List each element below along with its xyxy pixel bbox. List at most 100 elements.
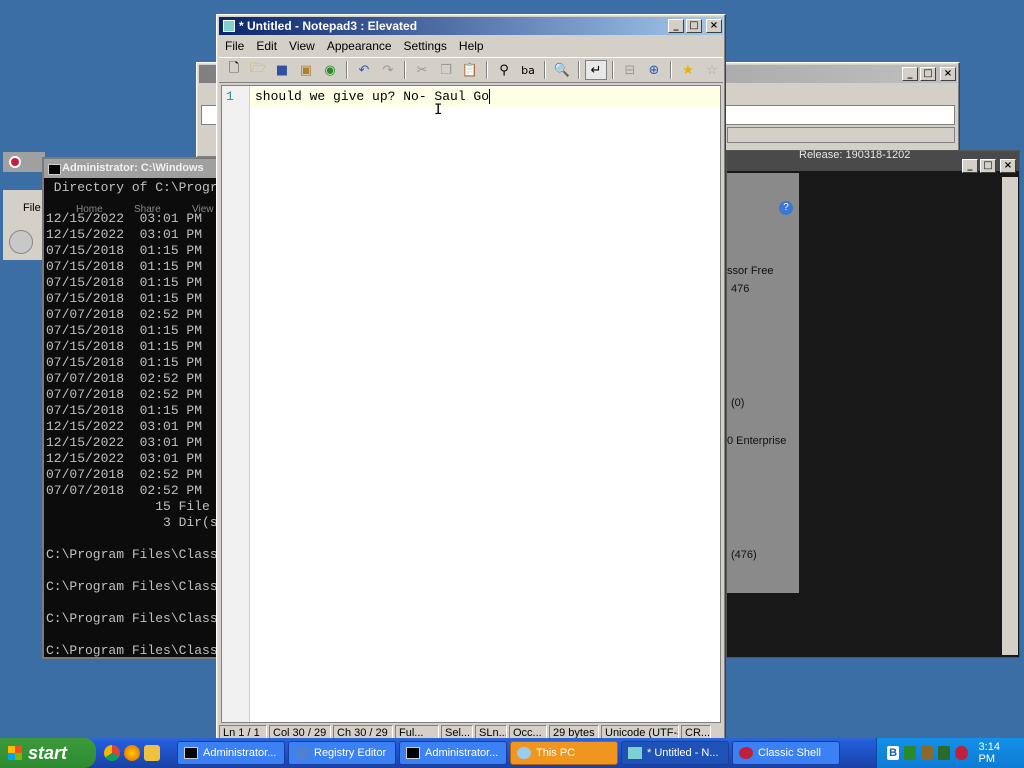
registry-window-controls: _ □ × — [902, 67, 956, 81]
close-icon[interactable]: × — [1000, 159, 1016, 173]
system-tray: B 3:14 PM — [876, 738, 1024, 768]
taskbar-button-label: This PC — [536, 747, 576, 759]
toolbar-separator — [578, 61, 580, 79]
help-icon[interactable]: ? — [779, 201, 793, 215]
this-pc-icon — [517, 747, 531, 759]
taskbar-button-label: Administrator... — [425, 747, 499, 759]
console-row: 07/07/2018 02:52 PM — [46, 371, 203, 386]
tray-shell-icon[interactable] — [955, 746, 968, 760]
console-icon — [184, 747, 198, 759]
maximize-icon[interactable]: □ — [980, 159, 996, 173]
word-wrap-icon[interactable]: ↵ — [585, 60, 607, 80]
undo-icon[interactable]: ↶ — [353, 60, 375, 80]
zoom-in-icon[interactable]: ⊕ — [643, 60, 665, 80]
close-icon[interactable]: × — [940, 67, 956, 81]
console-row: 12/15/2022 03:01 PM — [46, 451, 203, 466]
registry-icon — [295, 747, 309, 759]
chrome-icon[interactable] — [104, 745, 120, 761]
menu-view[interactable]: View — [283, 37, 321, 55]
start-button[interactable]: start — [0, 738, 96, 768]
toolbar-separator — [404, 61, 406, 79]
add-favorite-icon[interactable]: ☆ — [701, 60, 723, 80]
minimize-icon[interactable]: _ — [668, 19, 684, 33]
console-row: 07/15/2018 01:15 PM — [46, 403, 203, 418]
console-row: 07/15/2018 01:15 PM — [46, 323, 203, 338]
start-label: start — [28, 742, 68, 763]
menu-settings[interactable]: Settings — [398, 37, 453, 55]
toolbar-separator — [346, 61, 348, 79]
notepad-titlebar[interactable]: * Untitled - Notepad3 : Elevated — [219, 17, 723, 35]
file-explorer-icon[interactable] — [144, 745, 160, 761]
tray-tree-icon[interactable] — [904, 746, 917, 760]
taskbar-button-classic-shell[interactable]: Classic Shell — [732, 741, 840, 765]
console-row: 07/15/2018 01:15 PM — [46, 291, 203, 306]
tray-app-icon[interactable]: B — [887, 746, 900, 760]
new-file-icon[interactable]: 🗋 — [223, 60, 245, 80]
menu-edit[interactable]: Edit — [250, 37, 283, 55]
notepad-window-controls: _ □ × — [668, 19, 722, 33]
menu-file[interactable]: File — [219, 37, 250, 55]
redo-icon[interactable]: ↷ — [377, 60, 399, 80]
console-row: 07/07/2018 02:52 PM — [46, 483, 203, 498]
toolbar: 🗋 🗁 ■ ▣ ◉ ↶ ↷ ✂ ❐ 📋 ⚲ ba 🔍 ↵ ⊟ ⊕ ★ ☆ — [219, 57, 723, 83]
console-row: 07/15/2018 01:15 PM — [46, 355, 203, 370]
back-icon[interactable] — [9, 230, 33, 254]
console-prompt-2: C:\Program Files\Class — [46, 579, 218, 594]
taskbar-button-registry[interactable]: Registry Editor — [288, 741, 396, 765]
minimize-icon[interactable]: _ — [962, 159, 978, 173]
toolbar-separator — [486, 61, 488, 79]
taskbar-button-label: Administrator... — [203, 747, 277, 759]
favorites-icon[interactable]: ★ — [677, 60, 699, 80]
release-label: Release: 190318-1202 — [799, 149, 911, 161]
taskbar-button-notepad[interactable]: * Untitled - N... — [621, 741, 729, 765]
close-icon[interactable]: × — [706, 19, 722, 33]
quick-launch — [104, 745, 174, 761]
menu-appearance[interactable]: Appearance — [321, 37, 398, 55]
save-as-icon[interactable]: ▣ — [295, 60, 317, 80]
console-icon — [406, 747, 420, 759]
system-info-window: _ □ × Release: 190318-1202 ssor Free 476… — [726, 149, 1020, 658]
open-folder-icon[interactable]: 🗁 — [247, 60, 269, 80]
taskbar-button-this-pc[interactable]: This PC — [510, 741, 618, 765]
taskbar: start Administrator... Registry Editor A… — [0, 738, 1024, 768]
clock[interactable]: 3:14 PM — [979, 741, 1014, 765]
taskbar-button-console-1[interactable]: Administrator... — [177, 741, 285, 765]
count-label-2: (0) — [731, 397, 745, 409]
find-icon[interactable]: ⚲ — [493, 60, 515, 80]
menu-help[interactable]: Help — [453, 37, 490, 55]
console-row: 12/15/2022 03:01 PM — [46, 419, 203, 434]
maximize-icon[interactable]: □ — [686, 19, 702, 33]
console-header: Directory of C:\Progr — [46, 180, 218, 195]
toolbar-separator — [612, 61, 614, 79]
explorer-file-menu[interactable]: File — [23, 202, 41, 214]
classic-shell-icon — [9, 156, 21, 168]
minimize-icon[interactable]: _ — [902, 67, 918, 81]
paste-icon[interactable]: 📋 — [459, 60, 481, 80]
processor-label: ssor Free — [727, 265, 774, 277]
reload-icon[interactable]: ◉ — [319, 60, 341, 80]
console-title[interactable]: Administrator: C:\Windows — [44, 159, 216, 178]
taskbar-button-console-2[interactable]: Administrator... — [399, 741, 507, 765]
notepad-title: * Untitled - Notepad3 : Elevated — [239, 19, 418, 33]
console-row: 07/07/2018 02:52 PM — [46, 387, 203, 402]
notepad-app-icon — [223, 20, 235, 32]
scrollbar[interactable] — [1002, 177, 1018, 655]
editor[interactable]: 1 should we give up? No- Saul Go I — [221, 85, 721, 723]
editor-text[interactable]: should we give up? No- Saul Go — [255, 89, 491, 105]
tray-tree-icon[interactable] — [938, 746, 951, 760]
console-row: 07/15/2018 01:15 PM — [46, 259, 203, 274]
replace-icon[interactable]: ba — [517, 60, 539, 80]
save-icon[interactable]: ■ — [271, 60, 293, 80]
tray-tree-icon[interactable] — [921, 746, 934, 760]
firefox-icon[interactable] — [124, 745, 140, 761]
goto-icon[interactable]: 🔍 — [551, 60, 573, 80]
taskbar-button-label: Registry Editor — [314, 747, 387, 759]
cut-icon[interactable]: ✂ — [411, 60, 433, 80]
maximize-icon[interactable]: □ — [920, 67, 936, 81]
console-window[interactable]: Administrator: C:\Windows Directory of C… — [42, 157, 218, 659]
copy-icon[interactable]: ❐ — [435, 60, 457, 80]
classic-shell-icon — [739, 747, 753, 759]
console-prompt-1: C:\Program Files\Class — [46, 547, 218, 562]
count-label-3: (476) — [731, 549, 757, 561]
zoom-out-icon[interactable]: ⊟ — [619, 60, 641, 80]
